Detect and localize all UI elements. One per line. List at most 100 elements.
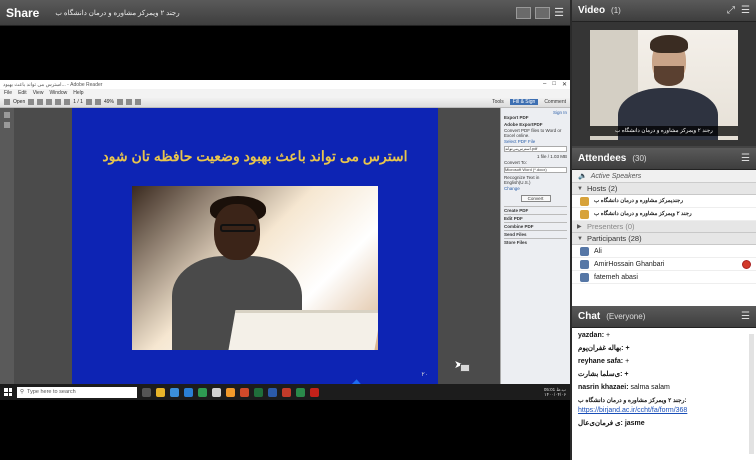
video-fullscreen-icon[interactable]: ⤢ <box>727 5 735 16</box>
chat-title: Chat <box>578 311 601 322</box>
fullscreen-button[interactable] <box>516 6 532 19</box>
file-explorer-icon[interactable] <box>156 387 165 397</box>
close-icon[interactable]: ✕ <box>562 81 567 88</box>
tab-fill-sign[interactable]: Fill & Sign <box>509 99 539 105</box>
webcam-caption: رجند ۲ ویمرکز مشاوره و درمان دانشگاه ب <box>590 126 738 136</box>
minimize-icon[interactable]: – <box>543 81 546 88</box>
search-icon: ⚲ <box>20 389 25 395</box>
participant-row[interactable]: AmirHossain Ghanbari <box>572 258 756 271</box>
chat-menu-icon[interactable]: ☰ <box>741 311 750 322</box>
email-icon[interactable] <box>46 99 53 105</box>
camtasia-icon[interactable] <box>296 387 305 397</box>
drag-cursor-icon <box>460 364 470 372</box>
attachments-icon[interactable] <box>4 122 10 128</box>
active-speakers-row[interactable]: 🔈 Active Speakers <box>572 170 756 183</box>
menu-view[interactable]: View <box>33 90 44 96</box>
opera-icon[interactable] <box>240 387 249 397</box>
share-pod-header: Share رجند ۲ ویمرکز مشاوره و درمان دانشگ… <box>0 0 570 26</box>
menu-help[interactable]: Help <box>73 90 83 96</box>
windows-start-icon[interactable] <box>4 388 12 396</box>
presenters-section[interactable]: ▶ Presenters (0) <box>572 221 756 233</box>
chrome-icon[interactable] <box>170 387 179 397</box>
next-page-icon[interactable] <box>64 99 71 105</box>
participant-icon <box>580 259 589 269</box>
attendees-pod: Attendees (30) ☰ 🔈 Active Speakers ▼ Hos… <box>572 148 756 306</box>
page-thumbnails-icon[interactable] <box>4 112 10 118</box>
host-row[interactable]: رجندیمرکز مشاوره و درمان دانشگاه ب <box>572 195 756 208</box>
section-combine-pdf[interactable]: Combine PDF <box>504 222 567 230</box>
app-root: Share رجند ۲ ویمرکز مشاوره و درمان دانشگ… <box>0 0 756 460</box>
export-pdf-heading[interactable]: Export PDF <box>504 115 567 120</box>
edge-icon[interactable] <box>184 387 193 397</box>
zoom-out-icon[interactable] <box>85 99 92 105</box>
video-title: Video <box>578 5 606 16</box>
page-number-field[interactable]: 1 / 1 <box>73 99 83 105</box>
recognize-text-option: Recognize Text in English(U.S.) <box>504 175 540 185</box>
zoom-field[interactable]: 49% <box>104 99 114 105</box>
pod-menu-icon[interactable]: ☰ <box>741 5 750 16</box>
selected-file-field[interactable]: استرس‌می‌تواند.pdf <box>504 146 567 152</box>
step-away-status-icon <box>742 259 751 269</box>
export-product: Adobe ExportPDF <box>504 122 543 127</box>
attendees-menu-icon[interactable]: ☰ <box>741 153 750 164</box>
task-view-icon[interactable] <box>142 387 151 397</box>
taskbar-date: ۱۴۰۰/۰۴/۰۶ <box>544 392 566 397</box>
excel-icon[interactable] <box>254 387 263 397</box>
participant-row[interactable]: Ali <box>572 245 756 258</box>
hosts-section[interactable]: ▼ Hosts (2) <box>572 183 756 195</box>
select-file-link[interactable]: Select PDF File <box>504 139 567 144</box>
sign-icon[interactable] <box>134 99 141 105</box>
hosts-label: Hosts (2) <box>587 184 618 193</box>
convert-to-select[interactable]: Microsoft Word (*.docx) <box>504 167 567 173</box>
powerpoint-icon[interactable] <box>282 387 291 397</box>
host-row[interactable]: رجند ۲ ویمرکز مشاوره و درمان دانشگاه ب <box>572 208 756 221</box>
participant-row[interactable]: fatemeh abasi <box>572 271 756 284</box>
adobe-reader-icon[interactable] <box>310 387 319 397</box>
chat-scope[interactable]: (Everyone) <box>606 312 645 321</box>
section-send-files[interactable]: Send Files <box>504 230 567 238</box>
video-pod: Video (1) ⤢ ☰ رجند ۲ ویمرکز مشاوره و درم… <box>572 0 756 146</box>
menu-window[interactable]: Window <box>49 90 67 96</box>
attendees-count: (30) <box>632 154 647 163</box>
chevron-right-icon: ▶ <box>577 224 582 230</box>
webcam-feed[interactable] <box>590 30 738 140</box>
section-edit-pdf[interactable]: Edit PDF <box>504 214 567 222</box>
menu-edit[interactable]: Edit <box>18 90 27 96</box>
firefox-icon[interactable] <box>226 387 235 397</box>
host-name: رجندیمرکز مشاوره و درمان دانشگاه ب <box>594 198 683 204</box>
participants-label: Participants (28) <box>587 234 642 243</box>
chat-sender: nasrin khazaei: <box>578 384 629 391</box>
chat-text: jasme :ی فرمان‌ی‌عال <box>578 420 645 427</box>
convert-button[interactable]: Convert <box>520 195 551 202</box>
print-icon[interactable] <box>37 99 44 105</box>
save-icon[interactable] <box>28 99 35 105</box>
zoom-in-icon[interactable] <box>94 99 101 105</box>
fit-width-button[interactable] <box>535 6 551 19</box>
tab-comment[interactable]: Comment <box>544 99 566 105</box>
open-icon[interactable] <box>4 99 10 105</box>
chat-scrollbar[interactable] <box>749 334 754 454</box>
chat-link[interactable]: https://birjand.ac.ir/ccht/fa/form/368 <box>578 406 750 416</box>
section-store-files[interactable]: Store Files <box>504 238 567 246</box>
taskbar-clock[interactable]: 05:01 ب.ظ ۱۴۰۰/۰۴/۰۶ <box>544 387 566 397</box>
taskbar-search[interactable]: ⚲ Type here to search <box>17 386 137 398</box>
tab-tools[interactable]: Tools <box>492 99 504 105</box>
comment-icon[interactable] <box>125 99 132 105</box>
word-icon[interactable] <box>268 387 277 397</box>
slide-page: استرس می تواند باعث بهبود وضعیت حافظه تا… <box>72 108 438 384</box>
fit-page-icon[interactable] <box>116 99 123 105</box>
maximize-icon[interactable]: □ <box>552 81 556 88</box>
mail-icon[interactable] <box>212 387 221 397</box>
open-button[interactable]: Open <box>13 99 25 105</box>
change-language-link[interactable]: Change <box>504 186 567 191</box>
menu-file[interactable]: File <box>4 90 12 96</box>
share-pod: Share رجند ۲ ویمرکز مشاوره و درمان دانشگ… <box>0 0 570 460</box>
pod-menu-icon[interactable]: ☰ <box>554 6 564 19</box>
reader-menubar: File Edit View Window Help <box>0 89 570 97</box>
store-icon[interactable] <box>198 387 207 397</box>
section-create-pdf[interactable]: Create PDF <box>504 206 567 214</box>
prev-page-icon[interactable] <box>55 99 62 105</box>
export-description: Convert PDF files to Word or Excel onlin… <box>504 128 562 138</box>
reader-left-rail <box>0 108 14 384</box>
participants-section[interactable]: ▼ Participants (28) <box>572 233 756 245</box>
